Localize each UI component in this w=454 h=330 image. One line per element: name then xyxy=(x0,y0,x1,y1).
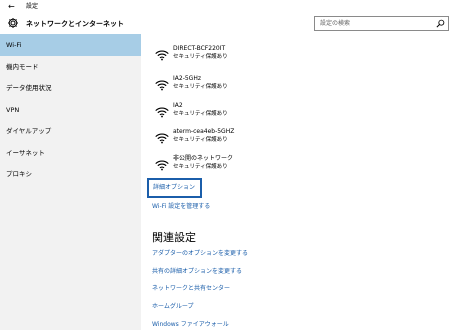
network-name: 非公開のネットワーク xyxy=(173,155,234,162)
related-settings-heading: 関連設定 xyxy=(152,231,196,244)
search-icon[interactable] xyxy=(436,19,445,28)
sidebar-item-proxy[interactable]: プロキシ xyxy=(0,163,141,185)
header: ネットワークとインターネット xyxy=(0,14,454,34)
network-item[interactable]: 非公開のネットワーク セキュリティ保護あり xyxy=(155,154,445,180)
network-name: DIRECT-BCF220IT xyxy=(173,45,226,52)
sidebar: Wi-Fi 機内モード データ使用状況 VPN ダイヤルアップ イーサネット プ… xyxy=(0,34,141,330)
page-title: ネットワークとインターネット xyxy=(26,20,124,28)
title-bar: ← 設定 xyxy=(0,0,454,14)
sidebar-item-data-usage[interactable]: データ使用状況 xyxy=(0,77,141,99)
advanced-options-button[interactable]: 詳細オプション xyxy=(147,178,202,198)
wifi-signal-icon xyxy=(155,160,169,171)
network-item[interactable]: IA2-5GHz セキュリティ保護あり xyxy=(155,74,445,100)
network-name: aterm-cea4eb-5GHZ xyxy=(173,128,235,135)
wifi-signal-icon xyxy=(155,80,169,91)
search-input[interactable] xyxy=(315,17,433,30)
network-security: セキュリティ保護あり xyxy=(173,84,228,90)
network-item[interactable]: aterm-cea4eb-5GHZ セキュリティ保護あり xyxy=(155,127,445,153)
back-button[interactable]: ← xyxy=(8,1,15,12)
windows-firewall-link[interactable]: Windows ファイアウォール xyxy=(152,320,229,330)
network-security: セキュリティ保護あり xyxy=(173,137,228,143)
search-box[interactable] xyxy=(314,16,449,31)
network-item[interactable]: IA2 セキュリティ保護あり xyxy=(155,101,445,127)
wifi-signal-icon xyxy=(155,50,169,61)
network-security: セキュリティ保護あり xyxy=(173,54,228,60)
gear-icon xyxy=(8,18,18,28)
sidebar-item-wifi[interactable]: Wi-Fi xyxy=(0,34,141,56)
network-name: IA2-5GHz xyxy=(173,75,201,82)
sidebar-item-airplane-mode[interactable]: 機内モード xyxy=(0,56,141,78)
sidebar-item-dialup[interactable]: ダイヤルアップ xyxy=(0,120,141,142)
network-security: セキュリティ保護あり xyxy=(173,164,228,170)
network-item[interactable]: DIRECT-BCF220IT セキュリティ保護あり xyxy=(155,44,445,70)
network-name: IA2 xyxy=(173,102,183,109)
window-title: 設定 xyxy=(26,3,39,10)
network-security: セキュリティ保護あり xyxy=(173,111,228,117)
manage-wifi-settings-link[interactable]: Wi-Fi 設定を管理する xyxy=(152,202,210,212)
wifi-signal-icon xyxy=(155,107,169,118)
advanced-sharing-options-link[interactable]: 共有の詳細オプションを変更する xyxy=(152,267,242,277)
main-content: DIRECT-BCF220IT セキュリティ保護あり IA2-5GHz セキュリ… xyxy=(141,34,454,330)
sidebar-item-vpn[interactable]: VPN xyxy=(0,99,141,121)
wifi-signal-icon xyxy=(155,133,169,144)
sidebar-item-ethernet[interactable]: イーサネット xyxy=(0,142,141,164)
network-sharing-center-link[interactable]: ネットワークと共有センター xyxy=(152,284,230,294)
change-adapter-options-link[interactable]: アダプターのオプションを変更する xyxy=(152,249,248,259)
homegroup-link[interactable]: ホームグループ xyxy=(152,302,193,312)
